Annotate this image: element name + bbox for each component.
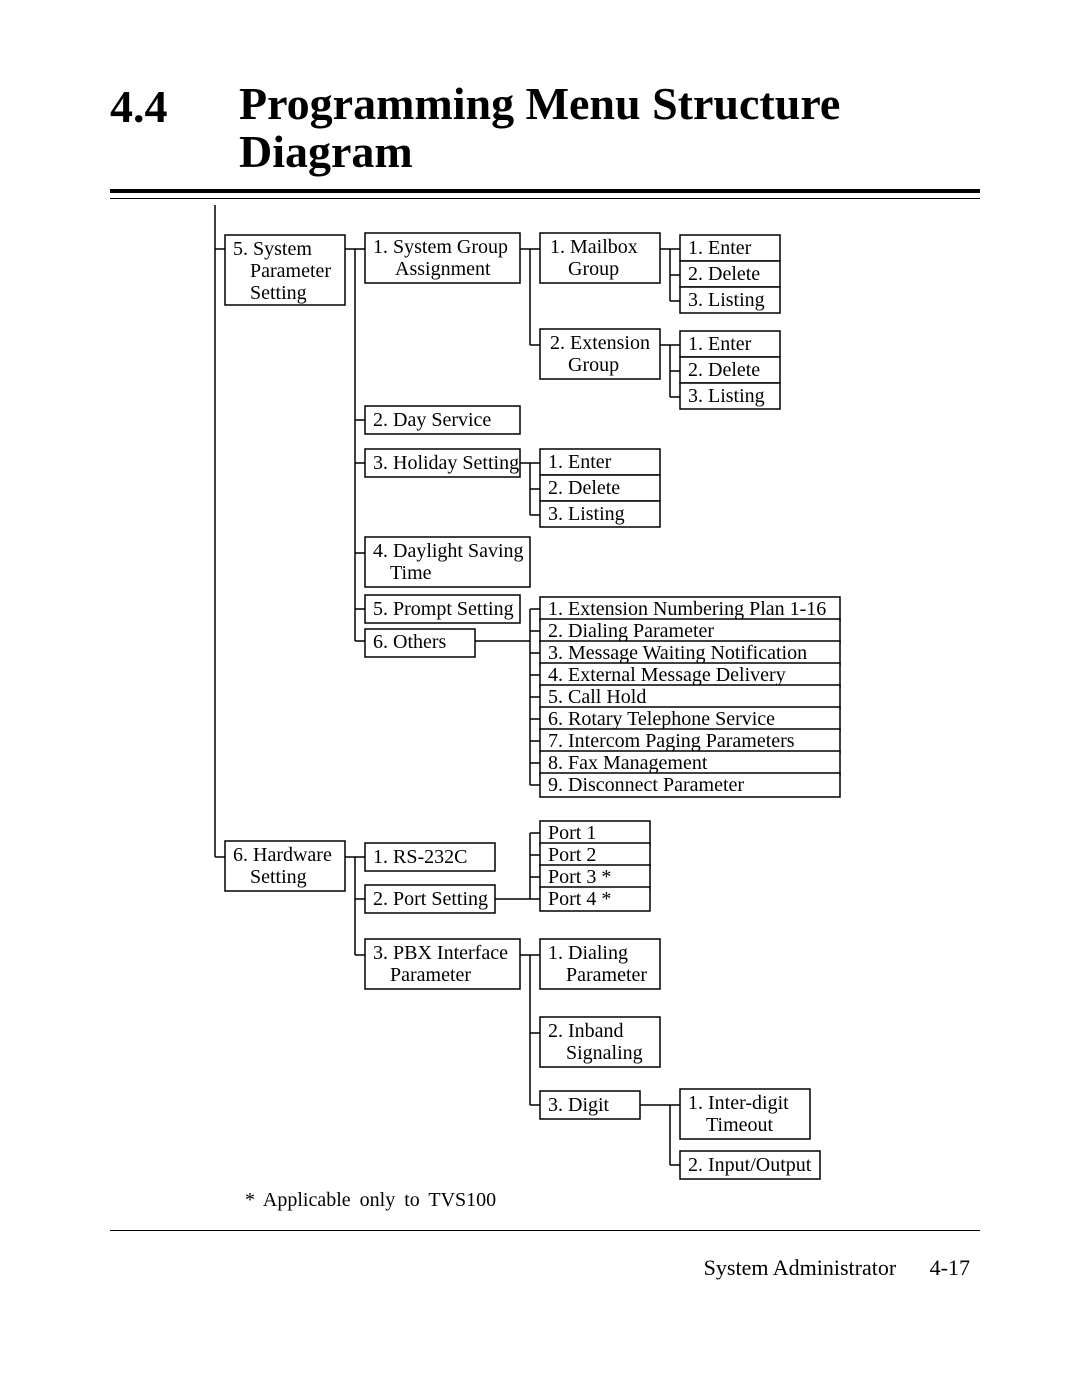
node-interdigit-l2: Timeout [706,1114,774,1136]
heading-rule [110,189,980,201]
section-number: 4.4 [110,80,235,133]
node-holiday-listing: 3. Listing [548,503,625,525]
node-extension-enter: 1. Enter [688,333,752,355]
node-others-8: 8. Fax Management [548,752,708,774]
footer-label: System Administrator [704,1255,897,1280]
node-pbx-dialing-l2: Parameter [566,964,647,986]
node-pbx-interface-l1: 3. PBX Interface [373,942,508,964]
node-system-parameter-setting-l2: Parameter [250,260,331,282]
page: 4.4 Programming Menu Structure Diagram 5… [0,0,1080,1399]
node-others-2: 2. Dialing Parameter [548,620,714,642]
node-others-6: 6. Rotary Telephone Service [548,708,775,730]
node-extension-group-l2: Group [568,354,619,376]
footer-rule [110,1230,980,1231]
node-interdigit-l1: 1. Inter-digit [688,1092,789,1114]
node-hardware-setting-l1: 6. Hardware [233,844,332,866]
node-others-3: 3. Message Waiting Notification [548,642,807,664]
node-port2: Port 2 [548,844,596,866]
diagram: 5. System Parameter Setting 1. System Gr… [110,205,980,1215]
heading: 4.4 Programming Menu Structure Diagram [110,80,980,201]
node-others-9: 9. Disconnect Parameter [548,774,744,796]
section-title-line1: Programming Menu Structure [239,78,840,129]
node-port-setting: 2. Port Setting [373,888,488,910]
section-title: Programming Menu Structure Diagram [239,80,969,177]
node-pbx-interface-l2: Parameter [390,964,471,986]
footer-page: 4-17 [930,1255,970,1280]
node-port4: Port 4 * [548,888,611,910]
node-system-group-assignment-l1: 1. System Group [373,236,508,258]
node-others-7: 7. Intercom Paging Parameters [548,730,795,752]
node-extension-group-l1: 2. Extension [550,332,650,354]
node-others-4: 4. External Message Delivery [548,664,786,686]
node-others-1: 1. Extension Numbering Plan 1-16 [548,598,826,620]
node-port1: Port 1 [548,822,596,844]
section-title-line2: Diagram [239,126,413,177]
node-pbx-inband-l1: 2. Inband [548,1020,624,1042]
node-mailbox-group-l2: Group [568,258,619,280]
node-mailbox-enter: 1. Enter [688,237,752,259]
node-dst-l1: 4. Daylight Saving [373,540,524,562]
node-system-parameter-setting-l1: 5. System [233,238,312,260]
node-day-service: 2. Day Service [373,409,491,431]
node-mailbox-delete: 2. Delete [688,263,760,285]
node-pbx-inband-l2: Signaling [566,1042,643,1064]
node-holiday-setting: 3. Holiday Setting [373,452,519,474]
node-system-group-assignment-l2: Assignment [395,258,491,280]
heading-rule-inner [110,198,980,199]
footer: System Administrator 4-17 [704,1255,970,1281]
node-pbx-digit: 3. Digit [548,1094,610,1116]
node-others: 6. Others [373,631,447,653]
node-mailbox-listing: 3. Listing [688,289,765,311]
node-port3: Port 3 * [548,866,611,888]
node-dst-l2: Time [390,562,432,584]
node-holiday-enter: 1. Enter [548,451,612,473]
node-others-5: 5. Call Hold [548,686,646,708]
node-holiday-delete: 2. Delete [548,477,620,499]
node-pbx-dialing-l1: 1. Dialing [548,942,628,964]
node-extension-delete: 2. Delete [688,359,760,381]
node-rs232c: 1. RS-232C [373,846,467,868]
node-hardware-setting-l2: Setting [250,866,307,888]
node-mailbox-group-l1: 1. Mailbox [550,236,638,258]
node-prompt-setting: 5. Prompt Setting [373,598,514,620]
footnote: * Applicable only to TVS100 [245,1189,496,1212]
node-input-output: 2. Input/Output [688,1154,812,1176]
node-extension-listing: 3. Listing [688,385,765,407]
node-system-parameter-setting-l3: Setting [250,282,307,304]
